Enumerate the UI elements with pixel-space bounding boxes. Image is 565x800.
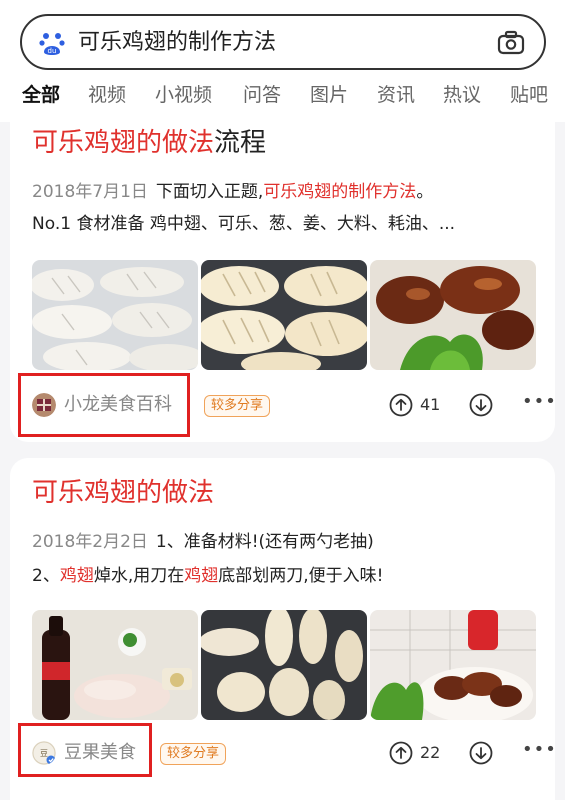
result-title-rest: 流程 — [214, 128, 267, 158]
tab-qa[interactable]: 问答 — [243, 82, 281, 108]
upvote-icon[interactable] — [389, 393, 413, 417]
scored-wings-image[interactable] — [201, 260, 367, 370]
snippet-text: 2、 — [32, 566, 60, 586]
upvote-count: 41 — [420, 395, 441, 414]
snippet-text: 底部划两刀,便于入味! — [218, 566, 384, 586]
search-box[interactable]: du 可乐鸡翅的制作方法 — [20, 14, 546, 70]
result-date: 2018年7月1日 — [32, 182, 148, 202]
tab-hot-discussion[interactable]: 热议 — [443, 82, 481, 108]
result-images[interactable] — [32, 610, 536, 720]
downvote-icon[interactable] — [469, 741, 493, 765]
result-title[interactable]: 可乐鸡翅的做法 — [32, 476, 214, 510]
downvote-icon[interactable] — [469, 393, 493, 417]
result-title-highlight: 可乐鸡翅的做法 — [32, 478, 215, 508]
highlight-box — [18, 723, 152, 777]
snippet-highlight: 鸡翅 — [59, 566, 94, 586]
snippet-text: 。 — [416, 182, 434, 202]
tab-video[interactable]: 视频 — [88, 82, 126, 108]
snippet-text: 下面切入正题, — [155, 182, 264, 202]
share-badge: 较多分享 — [160, 743, 227, 765]
result-snippet-line: 2、鸡翅焯水,用刀在鸡翅底部划两刀,便于入味! — [32, 564, 383, 588]
upvote-count: 22 — [420, 743, 441, 762]
snippet-text: 1、准备材料!(还有两勺老抽) — [155, 532, 374, 552]
cooked-wings-image[interactable] — [370, 260, 536, 370]
tab-tieba[interactable]: 贴吧 — [510, 82, 548, 108]
finished-dish-image[interactable] — [370, 610, 536, 720]
result-title-highlight: 可乐鸡翅的做法 — [32, 128, 215, 158]
result-images[interactable] — [32, 260, 536, 370]
tab-short-video[interactable]: 小视频 — [155, 82, 212, 108]
result-title[interactable]: 可乐鸡翅的做法流程 — [32, 126, 266, 160]
search-input[interactable]: 可乐鸡翅的制作方法 — [78, 29, 276, 57]
raw-wings-image[interactable] — [32, 260, 198, 370]
ingredients-image[interactable] — [32, 610, 198, 720]
blanched-wings-image[interactable] — [201, 610, 367, 720]
result-snippet-line: No.1 食材准备 鸡中翅、可乐、葱、姜、大料、耗油、... — [32, 214, 456, 234]
more-icon[interactable]: ••• — [522, 741, 556, 765]
result-snippet-line: 2018年2月2日 1、准备材料!(还有两勺老抽) — [32, 530, 374, 554]
share-badge: 较多分享 — [204, 395, 271, 417]
snippet-highlight: 可乐鸡翅的制作方法 — [263, 182, 417, 202]
snippet-highlight: 鸡翅 — [184, 566, 219, 586]
camera-icon[interactable] — [496, 29, 526, 57]
search-header: du 可乐鸡翅的制作方法 全部 视频 小视频 问答 图片 资讯 热议 贴吧 — [0, 0, 565, 122]
snippet-text: 焯水,用刀在 — [93, 566, 185, 586]
more-icon[interactable]: ••• — [522, 393, 556, 417]
tab-images[interactable]: 图片 — [310, 82, 348, 108]
tab-news[interactable]: 资讯 — [377, 82, 415, 108]
result-snippet-line: 2018年7月1日 下面切入正题,可乐鸡翅的制作方法。 — [32, 180, 433, 204]
upvote-icon[interactable] — [389, 741, 413, 765]
result-date: 2018年2月2日 — [32, 532, 148, 552]
svg-text:du: du — [48, 47, 57, 55]
tab-all[interactable]: 全部 — [22, 82, 60, 108]
highlight-box — [18, 373, 190, 437]
baidu-paw-icon: du — [39, 33, 65, 55]
